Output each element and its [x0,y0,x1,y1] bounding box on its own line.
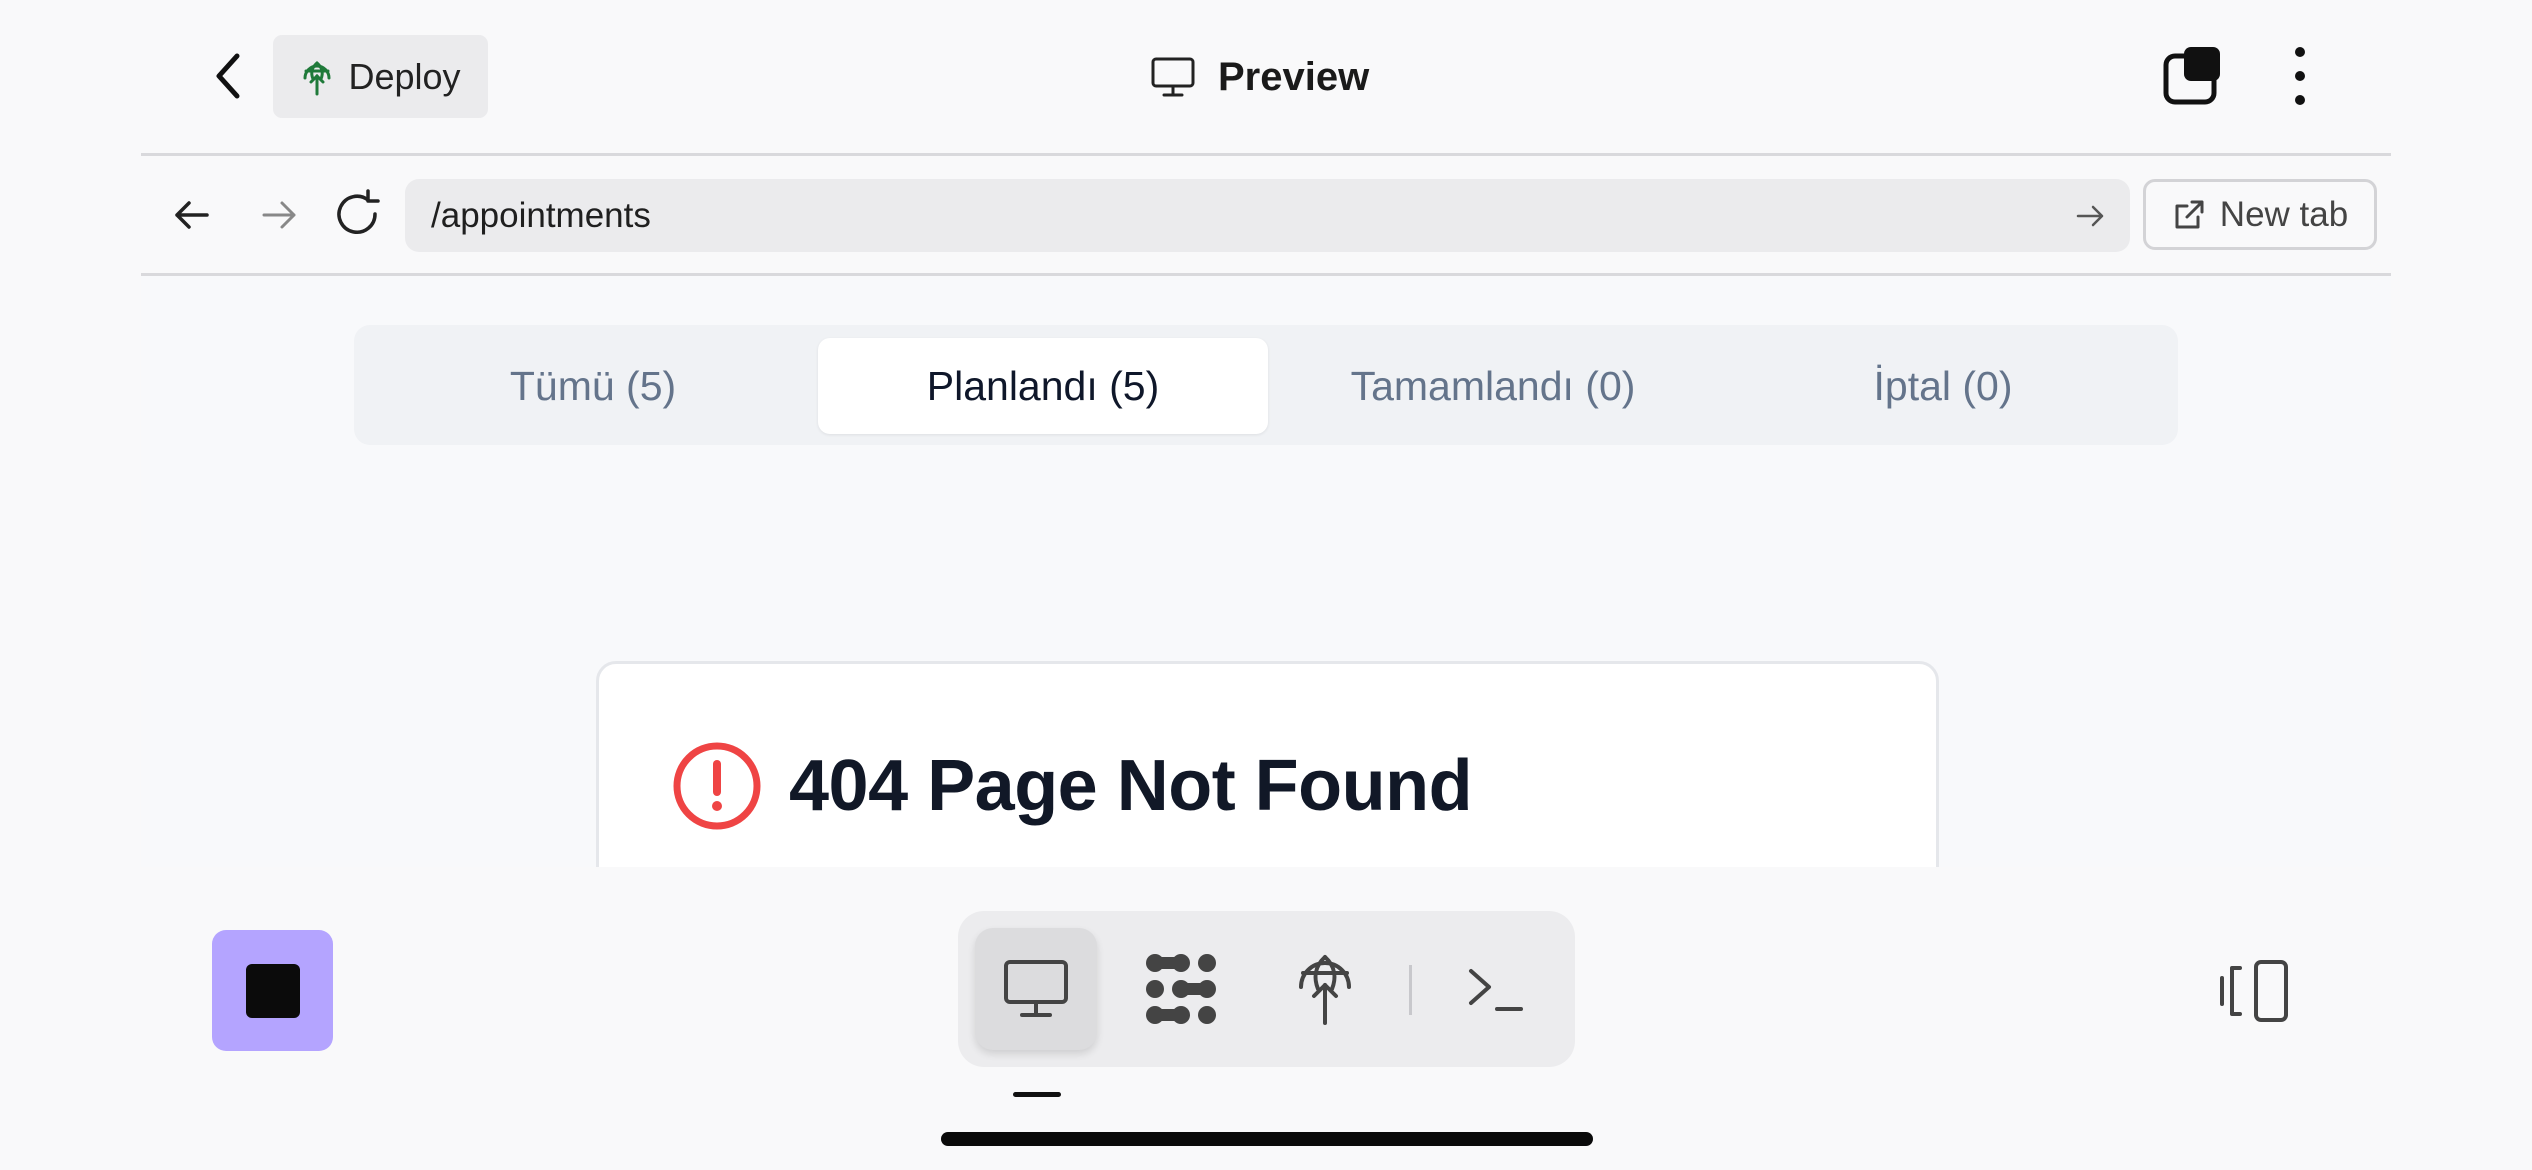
dock-separator [1409,965,1412,1015]
url-text: /appointments [431,195,651,235]
monitor-icon [1151,57,1195,97]
tab-cancelled[interactable]: İptal (0) [1718,338,2168,434]
url-input[interactable]: /appointments [405,179,2130,252]
tab-label: Tümü (5) [509,362,677,409]
terminal-prompt-icon [1469,969,1523,1011]
arrow-right-icon [262,201,296,229]
page-title: Preview [1218,54,1370,99]
dock-deploy-button[interactable] [1264,928,1386,1050]
deploy-globe-icon [303,61,331,95]
more-button[interactable] [2280,44,2320,108]
url-go-button[interactable] [2070,196,2110,236]
tab-label: İptal (0) [1873,362,2013,409]
tabs-icon [2163,47,2220,105]
tab-all[interactable]: Tümü (5) [368,338,818,434]
dock-preview-button[interactable] [975,928,1097,1050]
deploy-label: Deploy [348,55,461,97]
stop-button[interactable] [212,930,333,1051]
deploy-globe-icon [1299,955,1351,1025]
tab-completed[interactable]: Tamamlandı (0) [1268,338,1718,434]
error-card: 404 Page Not Found [596,661,1939,867]
nav-back-button[interactable] [165,190,221,240]
error-title: 404 Page Not Found [789,746,1473,826]
tab-planned[interactable]: Planlandı (5) [818,338,1268,434]
stop-icon [245,963,300,1018]
status-tabs: Tümü (5) Planlandı (5) Tamamlandı (0) İp… [354,325,2178,445]
deploy-button[interactable]: Deploy [273,35,488,118]
external-link-icon [2175,200,2204,228]
new-tab-label: New tab [2219,194,2349,234]
panel-toggle-button[interactable] [2218,958,2292,1024]
preview-monitor-icon [1004,960,1068,1017]
new-tab-button[interactable]: New tab [2143,179,2377,250]
more-vertical-icon [2295,47,2305,105]
divider [141,153,2391,156]
dock-shell-button[interactable] [1435,928,1557,1050]
agent-dots-icon [1146,954,1216,1024]
back-button[interactable] [200,48,256,104]
go-arrow-icon [2076,205,2104,227]
chevron-left-icon [216,53,240,99]
dock-agent-button[interactable] [1120,928,1242,1050]
reload-button[interactable] [330,188,386,242]
nav-forward-button[interactable] [250,190,306,240]
arrow-left-icon [175,201,209,229]
active-indicator [1013,1092,1061,1097]
preview-viewport: Tümü (5) Planlandı (5) Tamamlandı (0) İp… [141,276,2391,867]
panel-toggle-icon [2220,960,2288,1022]
tabs-button[interactable] [2160,44,2224,108]
tab-label: Tamamlandı (0) [1350,362,1636,409]
home-indicator [941,1132,1593,1146]
preview-title: Preview [1150,40,1369,114]
reload-icon [337,189,380,234]
tab-label: Planlandı (5) [926,362,1160,409]
alert-circle-icon [673,742,761,830]
bottom-dock [958,911,1575,1067]
